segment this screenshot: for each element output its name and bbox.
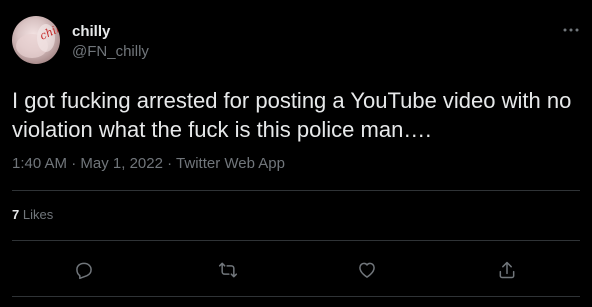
avatar-logo-text: chilly <box>38 18 60 43</box>
heart-icon <box>359 262 375 278</box>
divider <box>12 240 580 241</box>
share-icon <box>499 261 515 279</box>
tweet-header: chilly chilly @FN_chilly <box>12 16 582 70</box>
author-names: chilly @FN_chilly <box>72 22 149 62</box>
meta-separator: · <box>167 155 173 172</box>
more-options-button[interactable] <box>560 20 582 40</box>
likes-count: 7 <box>12 207 20 222</box>
divider <box>12 296 580 297</box>
more-horizontal-icon <box>563 28 579 32</box>
tweet-actions <box>12 250 580 290</box>
share-button[interactable] <box>495 258 519 282</box>
reply-button[interactable] <box>72 258 96 282</box>
tweet-text: I got fucking arrested for posting a You… <box>12 88 572 142</box>
retweet-icon <box>218 262 238 278</box>
likes-stat[interactable]: 7 Likes <box>12 205 53 225</box>
tweet-time[interactable]: 1:40 AM <box>12 155 67 172</box>
like-button[interactable] <box>355 258 379 282</box>
divider <box>12 190 580 191</box>
tweet-meta: 1:40 AM · May 1, 2022 · Twitter Web App <box>12 154 285 174</box>
user-handle[interactable]: @FN_chilly <box>72 42 149 62</box>
tweet-source[interactable]: Twitter Web App <box>176 155 285 172</box>
retweet-button[interactable] <box>216 258 240 282</box>
avatar[interactable]: chilly <box>12 16 60 64</box>
meta-separator: · <box>71 155 77 172</box>
display-name[interactable]: chilly <box>72 22 149 42</box>
reply-icon <box>76 262 92 280</box>
tweet-card: chilly chilly @FN_chilly I got fucking a… <box>0 0 592 307</box>
likes-label: Likes <box>22 207 54 222</box>
tweet-date[interactable]: May 1, 2022 <box>80 155 163 172</box>
